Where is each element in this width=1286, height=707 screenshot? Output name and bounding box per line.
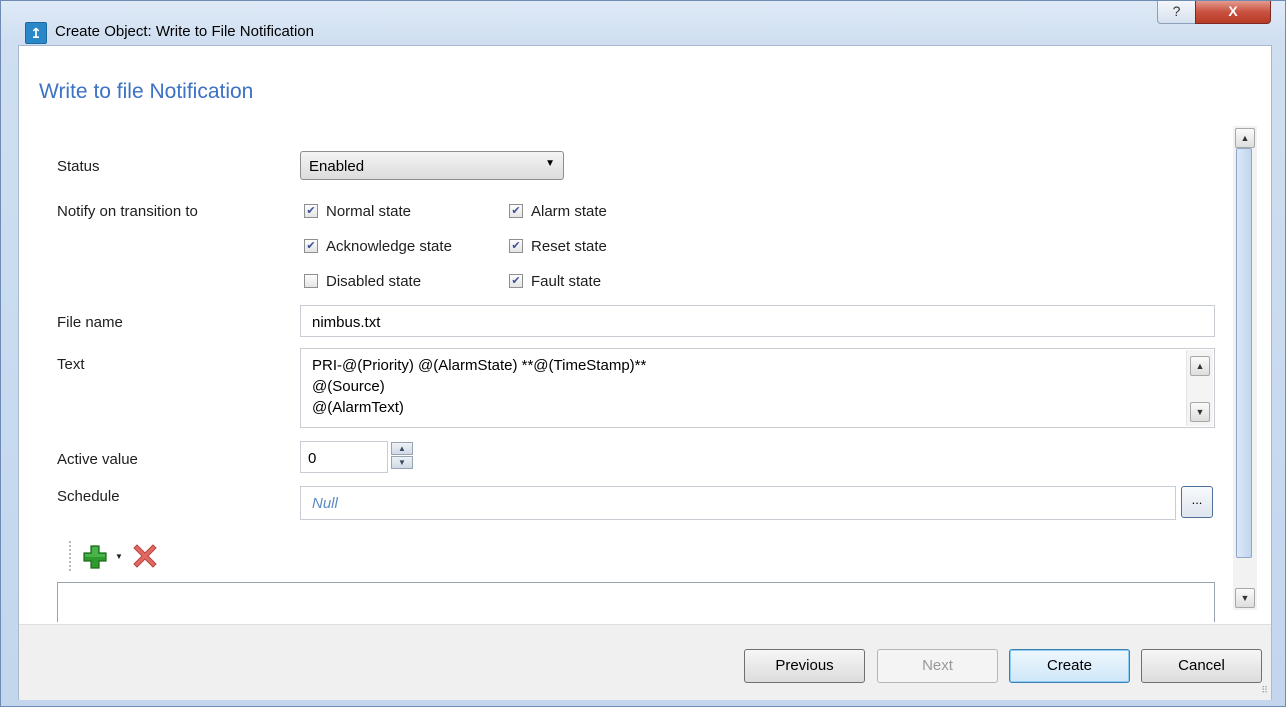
previous-button[interactable]: Previous bbox=[744, 649, 865, 683]
spin-up-icon[interactable]: ▲ bbox=[391, 442, 413, 455]
dialog-content: Write to file Notification Status Enable… bbox=[18, 45, 1272, 700]
add-icon[interactable] bbox=[82, 544, 108, 570]
text-scrollbar[interactable]: ▲ ▼ bbox=[1186, 350, 1213, 426]
checkbox-box[interactable]: ✔ bbox=[304, 204, 318, 218]
close-button[interactable]: X bbox=[1195, 1, 1271, 24]
text-line: @(AlarmText) bbox=[312, 399, 404, 416]
active-value-label: Active value bbox=[57, 451, 138, 468]
file-name-label: File name bbox=[57, 314, 123, 331]
schedule-field[interactable]: Null bbox=[300, 486, 1176, 520]
next-button[interactable]: Next bbox=[877, 649, 998, 683]
title-bar: ↥ Create Object: Write to File Notificat… bbox=[1, 1, 1285, 45]
checkbox-box[interactable]: ✔ bbox=[509, 204, 523, 218]
checkbox-label: Reset state bbox=[531, 238, 607, 255]
text-label: Text bbox=[57, 356, 85, 373]
app-icon: ↥ bbox=[25, 22, 47, 44]
text-lines: PRI-@(Priority) @(AlarmState) **@(TimeSt… bbox=[312, 355, 646, 418]
checkbox-label: Disabled state bbox=[326, 273, 422, 290]
chevron-down-icon[interactable]: ▼ bbox=[115, 552, 123, 561]
active-value-value: 0 bbox=[308, 450, 317, 467]
status-label: Status bbox=[57, 158, 100, 175]
text-field[interactable]: PRI-@(Priority) @(AlarmState) **@(TimeSt… bbox=[300, 348, 1215, 428]
notify-label: Notify on transition to bbox=[57, 203, 198, 220]
actions-list[interactable] bbox=[57, 582, 1215, 622]
create-button[interactable]: Create bbox=[1009, 649, 1130, 683]
scroll-down-icon[interactable]: ▼ bbox=[1190, 402, 1210, 422]
dialog-window: ↥ Create Object: Write to File Notificat… bbox=[0, 0, 1286, 707]
checkbox-box[interactable]: ✔ bbox=[509, 274, 523, 288]
checkbox-label: Acknowledge state bbox=[326, 238, 452, 255]
checkbox-label: Fault state bbox=[531, 273, 602, 290]
schedule-placeholder: Null bbox=[312, 495, 338, 512]
spin-down-icon[interactable]: ▼ bbox=[391, 456, 413, 469]
delete-icon[interactable] bbox=[132, 543, 158, 569]
status-dropdown[interactable]: Enabled ▼ bbox=[300, 151, 564, 180]
chevron-down-icon: ▼ bbox=[545, 158, 555, 169]
page-title: Write to file Notification bbox=[39, 80, 254, 103]
active-value-field[interactable]: 0 bbox=[300, 441, 388, 473]
cancel-button[interactable]: Cancel bbox=[1141, 649, 1262, 683]
status-value: Enabled bbox=[309, 158, 365, 175]
scroll-up-icon[interactable]: ▲ bbox=[1235, 128, 1255, 148]
window-title: Create Object: Write to File Notificatio… bbox=[55, 23, 314, 40]
scroll-down-icon[interactable]: ▼ bbox=[1235, 588, 1255, 608]
resize-grip[interactable]: ⠿ bbox=[1261, 685, 1268, 696]
help-button[interactable]: ? bbox=[1157, 1, 1196, 24]
scroll-thumb[interactable] bbox=[1236, 148, 1252, 558]
scroll-up-icon[interactable]: ▲ bbox=[1190, 356, 1210, 376]
checkbox-label: Alarm state bbox=[531, 203, 607, 220]
file-name-value: nimbus.txt bbox=[312, 314, 381, 331]
checkbox-box[interactable] bbox=[304, 274, 318, 288]
checkbox-label: Normal state bbox=[326, 203, 412, 220]
checkbox-box[interactable]: ✔ bbox=[304, 239, 318, 253]
main-scrollbar[interactable]: ▲ ▼ bbox=[1233, 126, 1257, 610]
toolbar-grip bbox=[69, 541, 73, 571]
file-name-field[interactable]: nimbus.txt bbox=[300, 305, 1215, 337]
browse-button[interactable]: ... bbox=[1181, 486, 1213, 518]
text-line: PRI-@(Priority) @(AlarmState) **@(TimeSt… bbox=[312, 357, 647, 374]
schedule-label: Schedule bbox=[57, 488, 120, 505]
text-line: @(Source) bbox=[312, 378, 385, 395]
checkbox-box[interactable]: ✔ bbox=[509, 239, 523, 253]
